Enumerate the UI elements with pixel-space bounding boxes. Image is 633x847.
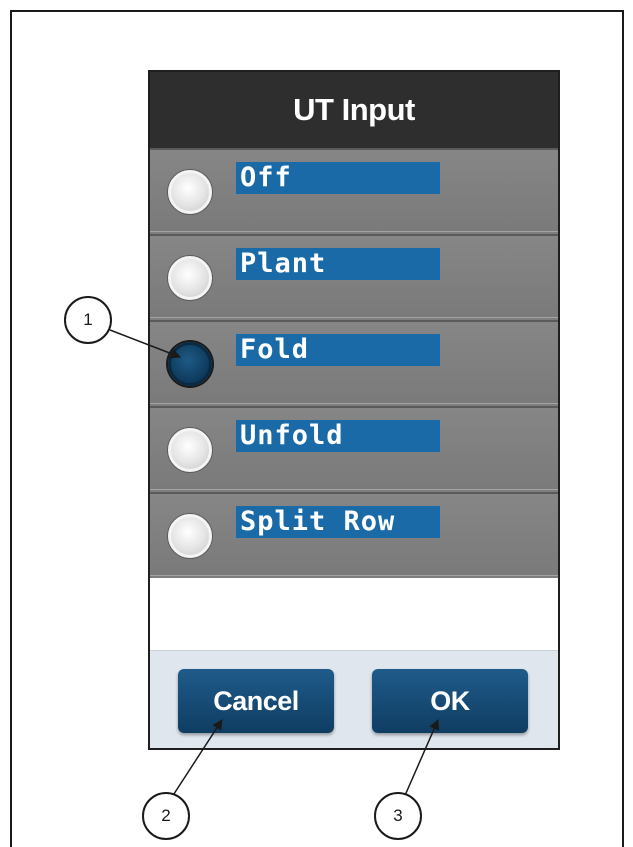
option-row-off[interactable]: Off bbox=[150, 148, 558, 232]
option-row-unfold[interactable]: Unfold bbox=[150, 406, 558, 490]
option-label: Off bbox=[236, 162, 440, 194]
option-row-fold[interactable]: Fold bbox=[150, 320, 558, 404]
radio-unselected-icon[interactable] bbox=[168, 428, 212, 472]
callout-1: 1 bbox=[64, 296, 112, 344]
option-label: Split Row bbox=[236, 506, 440, 538]
ut-input-dialog: UT Input Off Plant Fold Unfold Split Row… bbox=[148, 70, 560, 750]
button-bar: Cancel OK bbox=[150, 650, 558, 748]
callout-3: 3 bbox=[374, 792, 422, 840]
blank-area bbox=[150, 578, 558, 650]
radio-unselected-icon[interactable] bbox=[168, 256, 212, 300]
option-label: Fold bbox=[236, 334, 440, 366]
radio-unselected-icon[interactable] bbox=[168, 514, 212, 558]
option-list: Off Plant Fold Unfold Split Row bbox=[150, 148, 558, 578]
callout-2: 2 bbox=[142, 792, 190, 840]
ok-button[interactable]: OK bbox=[372, 669, 528, 733]
radio-unselected-icon[interactable] bbox=[168, 170, 212, 214]
radio-selected-icon[interactable] bbox=[168, 342, 212, 386]
option-row-split-row[interactable]: Split Row bbox=[150, 492, 558, 576]
dialog-title: UT Input bbox=[150, 72, 558, 148]
cancel-button[interactable]: Cancel bbox=[178, 669, 334, 733]
option-row-plant[interactable]: Plant bbox=[150, 234, 558, 318]
option-label: Unfold bbox=[236, 420, 440, 452]
option-label: Plant bbox=[236, 248, 440, 280]
